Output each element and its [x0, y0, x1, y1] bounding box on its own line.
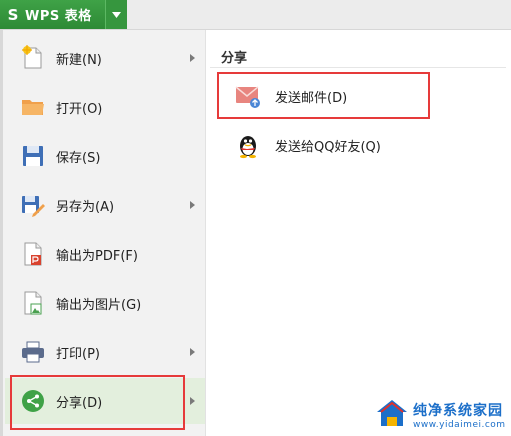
highlight-box-share: [10, 375, 185, 430]
submenu-arrow-icon: [190, 201, 195, 209]
image-export-icon: [20, 290, 46, 316]
watermark: 纯净系统家园 www.yidaimei.com: [375, 398, 506, 432]
menu-item-label: 另存为(A): [56, 199, 115, 215]
menu-item-label: 新建(N): [56, 52, 102, 68]
new-file-icon: [20, 45, 46, 71]
share-panel-title: 分享: [221, 51, 248, 66]
menu-item-export-pdf[interactable]: 输出为PDF(F): [5, 231, 205, 277]
submenu-arrow-icon: [190, 54, 195, 62]
watermark-title: 纯净系统家园: [413, 403, 503, 419]
menu-item-label: 保存(S): [56, 150, 101, 166]
menu-item-save[interactable]: 保存(S): [5, 133, 205, 179]
menu-item-open[interactable]: 打开(O): [5, 84, 205, 130]
window-edge: [0, 30, 3, 436]
submenu-arrow-icon: [190, 348, 195, 356]
menu-item-label: 打开(O): [56, 101, 103, 117]
save-icon: [20, 143, 46, 169]
qq-icon: [234, 131, 262, 159]
save-as-icon: [20, 192, 46, 218]
share-item-label: 发送给QQ好友(Q): [275, 139, 381, 155]
submenu-arrow-icon: [190, 397, 195, 405]
folder-icon: [20, 94, 46, 120]
divider: [210, 67, 506, 68]
menu-item-label: 输出为图片(G): [56, 297, 142, 313]
printer-icon: [20, 339, 46, 365]
watermark-url: www.yidaimei.com: [413, 420, 506, 430]
chevron-down-icon[interactable]: [105, 0, 127, 29]
menu-item-label: 打印(P): [56, 346, 100, 362]
watermark-logo-icon: [375, 398, 409, 432]
wps-logo-icon: S: [7, 5, 19, 24]
menu-item-export-image[interactable]: 输出为图片(G): [5, 280, 205, 326]
menu-item-label: 输出为PDF(F): [56, 248, 138, 264]
share-item-send-qq[interactable]: 发送给QQ好友(Q): [222, 123, 492, 167]
app-name: WPS 表格: [25, 9, 92, 24]
pdf-icon: [20, 241, 46, 267]
menu-item-new[interactable]: 新建(N): [5, 35, 205, 81]
title-bar: S WPS 表格: [0, 0, 511, 30]
menu-item-print[interactable]: 打印(P): [5, 329, 205, 375]
menu-item-save-as[interactable]: 另存为(A): [5, 182, 205, 228]
highlight-box-send-mail: [217, 72, 430, 119]
app-menu-button[interactable]: S WPS 表格: [0, 0, 127, 29]
